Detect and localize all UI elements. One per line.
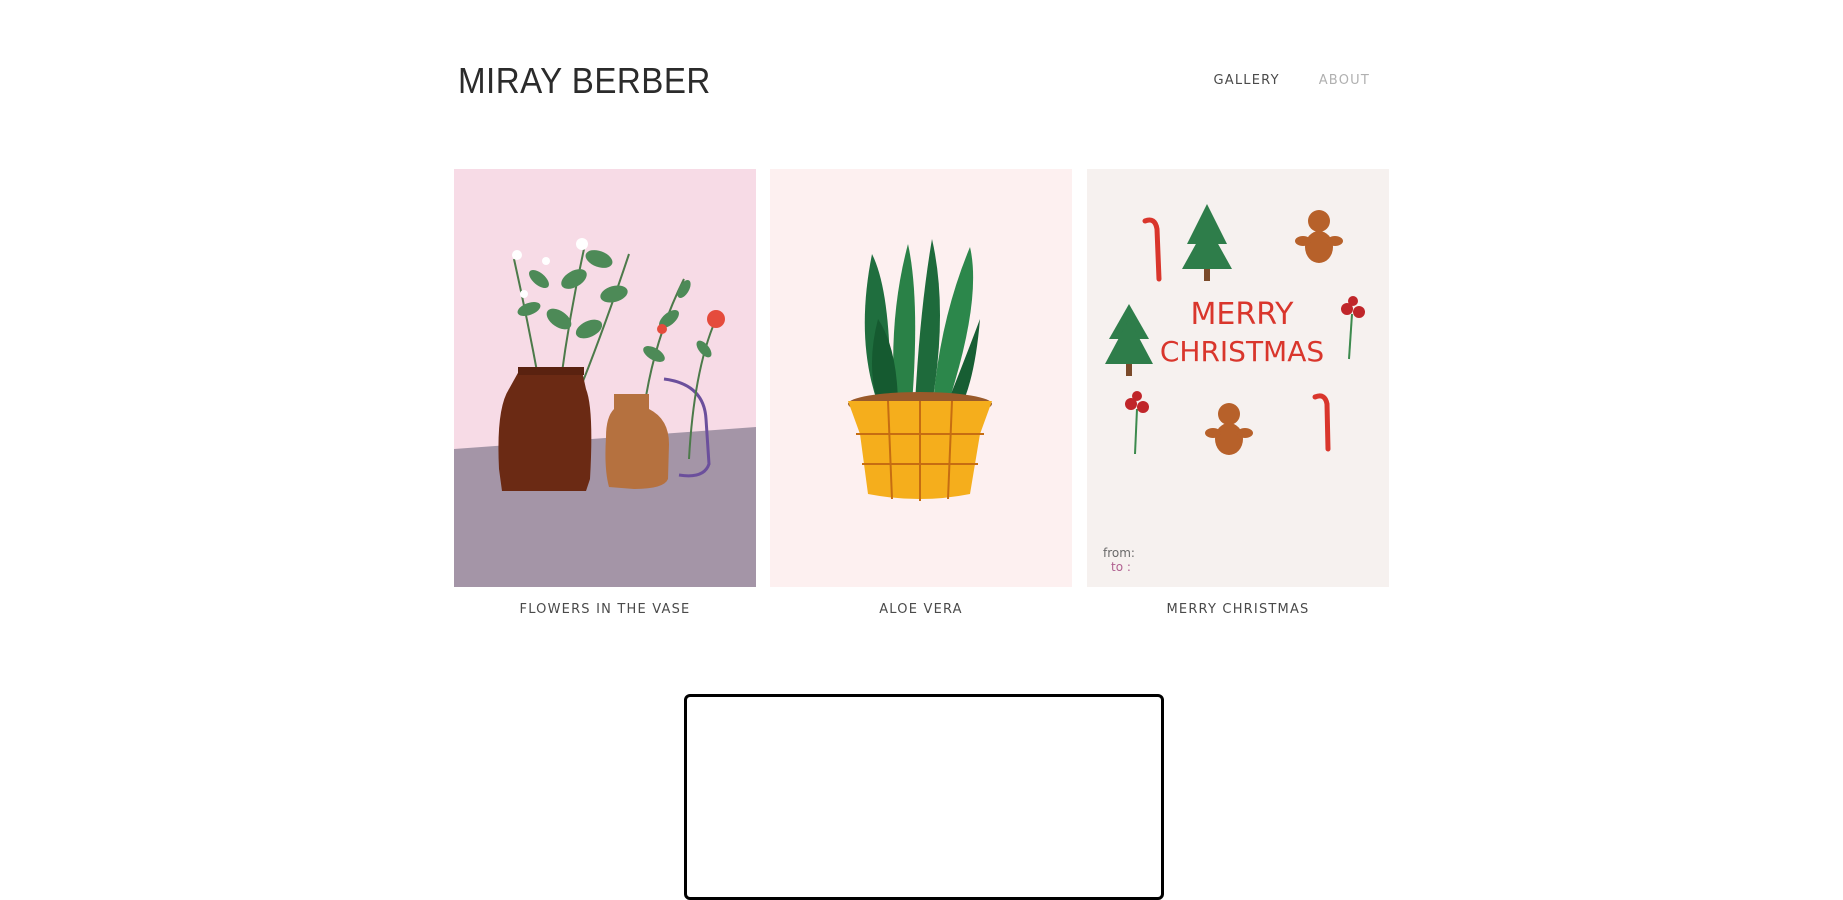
site-header: MIRAY BERBER GALLERY ABOUT [458, 58, 1390, 106]
nav-gallery-link[interactable]: GALLERY [1214, 73, 1280, 88]
art-text-christmas: CHRISTMAS [1160, 335, 1324, 368]
gallery-item-flowers[interactable]: FLOWERS IN THE VASE [454, 169, 756, 617]
art-text-to: to : [1111, 560, 1131, 574]
main-nav: GALLERY ABOUT [1214, 73, 1371, 88]
aloe-vera-image[interactable] [770, 169, 1072, 587]
merry-christmas-image[interactable]: MERRY CHRISTMAS from: to : [1087, 169, 1389, 587]
art-text-merry: MERRY [1191, 297, 1295, 332]
gallery-item-aloe-vera[interactable]: ALOE VERA [770, 169, 1072, 617]
gallery-caption[interactable]: ALOE VERA [770, 602, 1072, 617]
flowers-in-vase-image[interactable] [454, 169, 756, 587]
site-title[interactable]: MIRAY BERBER [458, 60, 711, 102]
gallery-caption[interactable]: MERRY CHRISTMAS [1087, 602, 1389, 617]
nav-about-link[interactable]: ABOUT [1319, 73, 1370, 88]
empty-content-box [684, 694, 1164, 900]
gallery-caption[interactable]: FLOWERS IN THE VASE [454, 602, 756, 617]
gallery-item-merry-christmas[interactable]: MERRY CHRISTMAS from: to : MERRY CHRISTM… [1087, 169, 1389, 617]
art-text-from: from: [1103, 546, 1135, 560]
